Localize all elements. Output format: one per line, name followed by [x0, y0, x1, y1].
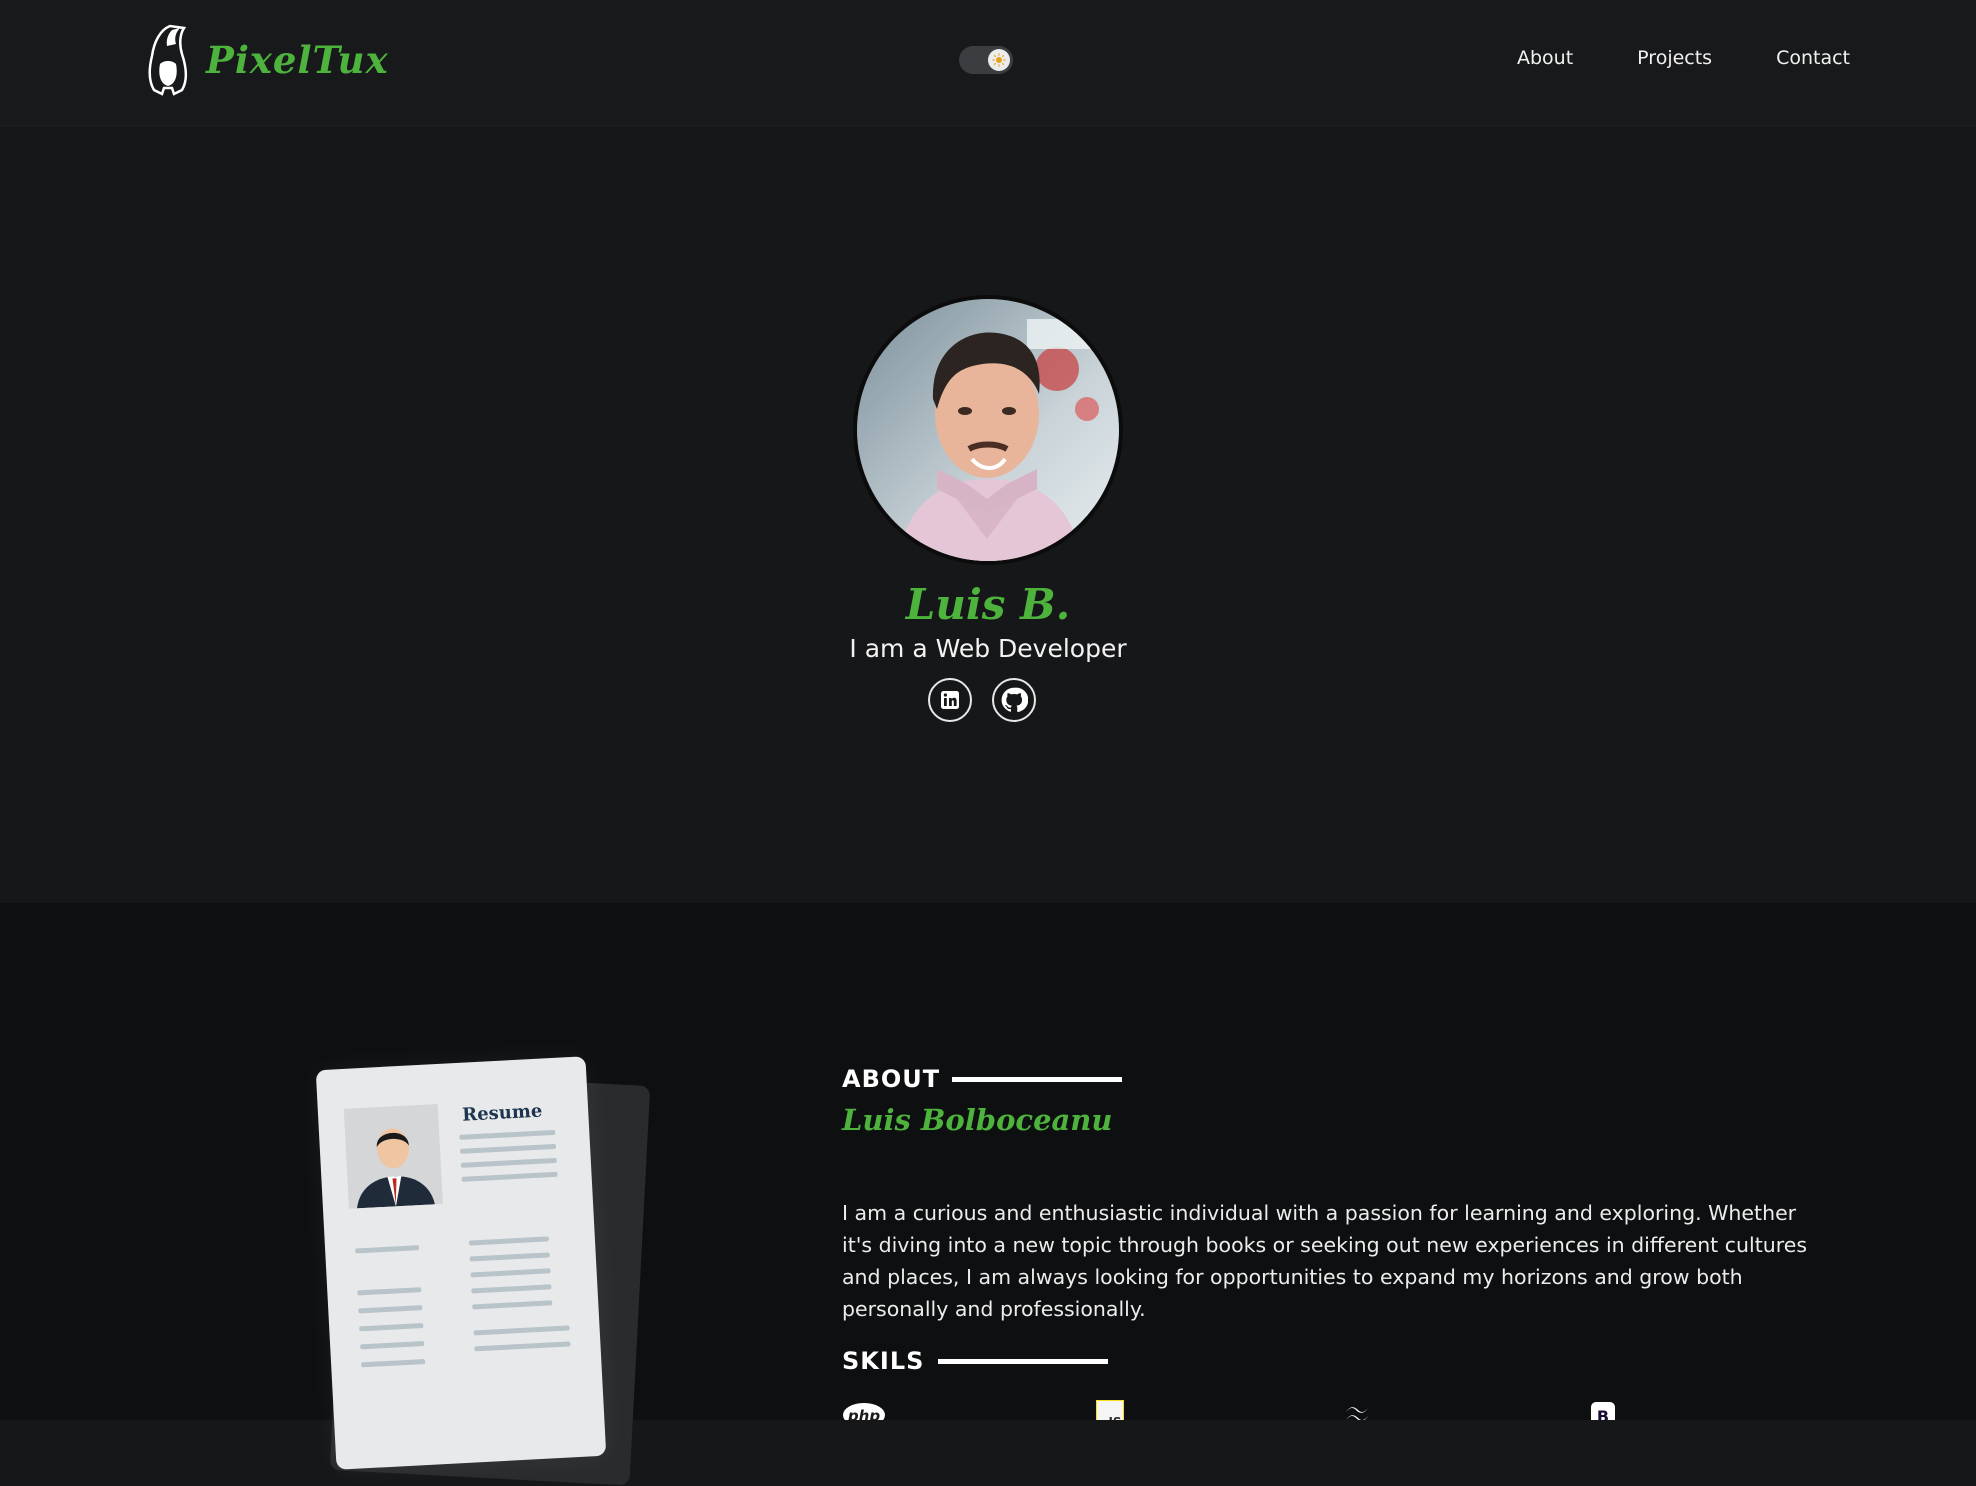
nav-contact[interactable]: Contact — [1776, 47, 1850, 69]
resume-illustration: Resume — [315, 1056, 607, 1470]
about-heading-text: ABOUT — [842, 1065, 941, 1093]
php-icon: php — [843, 1403, 885, 1420]
svg-text:JS: JS — [1107, 1415, 1121, 1420]
skill-bootstrap: B — [1588, 1400, 1618, 1420]
github-icon — [1001, 687, 1028, 713]
theme-toggle[interactable] — [959, 46, 1013, 74]
about-full-name: Luis Bolboceanu — [842, 1103, 1113, 1137]
skills-heading-text: SKILS — [842, 1347, 925, 1375]
nav-about[interactable]: About — [1517, 47, 1573, 69]
profile-avatar — [853, 295, 1123, 565]
hero-name: Luis B. — [905, 580, 1071, 629]
linkedin-link[interactable] — [928, 678, 972, 722]
about-heading: ABOUT — [842, 1065, 1123, 1093]
skills-heading: SKILS — [842, 1347, 1109, 1375]
main-nav: About Projects Contact — [1517, 47, 1850, 69]
bootstrap-icon: B — [1591, 1402, 1615, 1420]
hero-section: Luis B. I am a Web Developer — [0, 126, 1976, 903]
site-header: PixelTux About Projects Contact — [0, 0, 1976, 126]
hero-role: I am a Web Developer — [849, 634, 1127, 663]
linkedin-icon — [941, 691, 959, 709]
heading-underline — [952, 1076, 1123, 1082]
github-link[interactable] — [992, 678, 1036, 722]
javascript-icon: JS — [1096, 1400, 1124, 1420]
sun-icon — [992, 53, 1006, 67]
heading-underline — [938, 1358, 1109, 1364]
penguin-logo-icon — [148, 24, 187, 96]
resume-title: Resume — [461, 1100, 543, 1126]
nav-projects[interactable]: Projects — [1637, 47, 1712, 69]
svg-text:php: php — [847, 1407, 880, 1420]
skill-php: php — [842, 1400, 886, 1420]
svg-text:B: B — [1597, 1407, 1609, 1420]
skill-tailwind — [1342, 1400, 1372, 1420]
theme-knob — [988, 49, 1010, 71]
tailwind-icon — [1346, 1407, 1368, 1420]
about-description: I am a curious and enthusiastic individu… — [842, 1200, 1808, 1321]
resume-person-image — [343, 1104, 443, 1209]
social-links — [928, 678, 1036, 722]
brand-name: PixelTux — [206, 38, 389, 82]
skill-javascript: JS — [1096, 1400, 1124, 1420]
about-section: Resume ABOUT Luis Bolboceanu I am a curi… — [0, 903, 1976, 1486]
brand-logo[interactable]: PixelTux — [146, 24, 389, 96]
